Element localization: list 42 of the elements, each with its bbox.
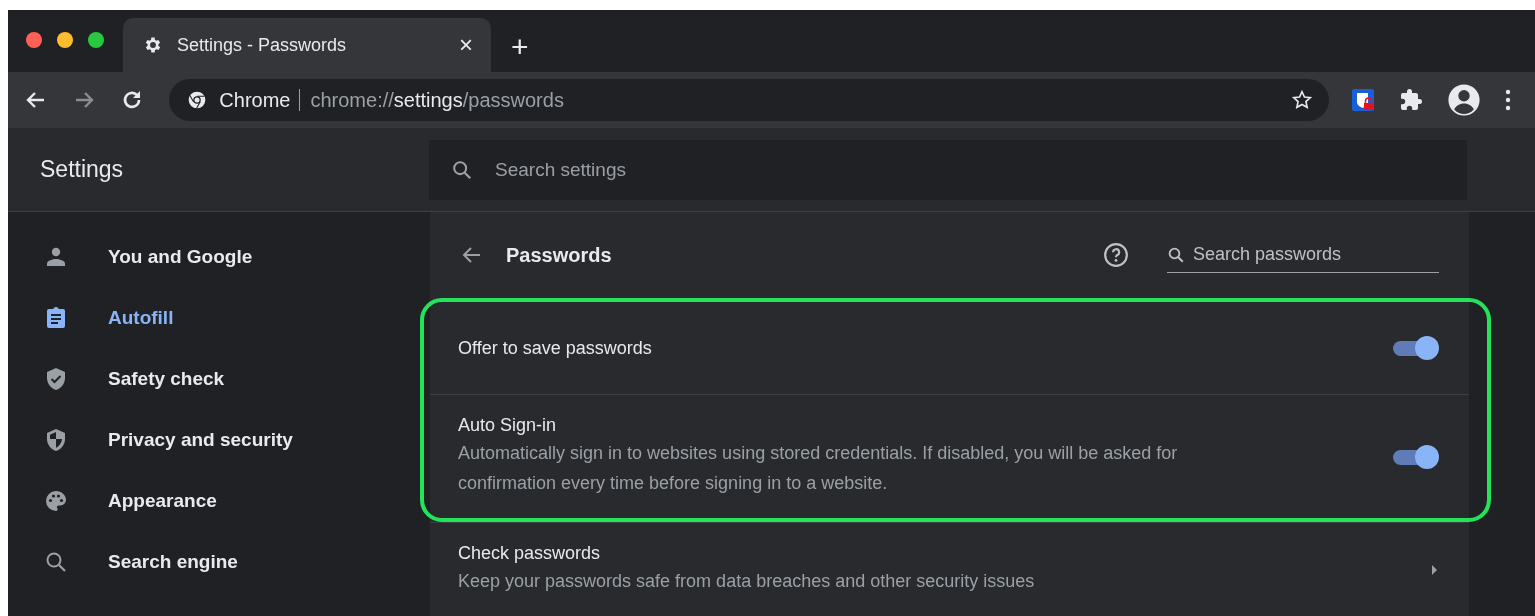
gear-icon xyxy=(143,35,163,55)
tab-title: Settings - Passwords xyxy=(177,34,348,56)
new-tab-button[interactable]: + xyxy=(491,32,529,72)
window-control-icon[interactable] xyxy=(57,32,73,48)
site-label: Chrome xyxy=(219,89,301,111)
settings-title: Settings xyxy=(39,156,125,183)
search-settings-field[interactable]: Search settings xyxy=(429,139,1467,200)
setting-description: Keep your passwords safe from data breaches and other security issues xyxy=(458,570,1036,593)
sidebar-item[interactable]: Appearance xyxy=(8,470,408,531)
palette-icon xyxy=(44,488,68,513)
chevron-right-icon[interactable] xyxy=(1429,562,1439,577)
shield-check-icon xyxy=(44,366,68,391)
browser-tab[interactable]: Settings - Passwords × xyxy=(123,18,491,72)
window-control-icon[interactable] xyxy=(88,32,104,48)
setting-title: Offer to save passwords xyxy=(458,337,653,359)
sidebar-item[interactable]: You and Google xyxy=(8,226,408,287)
toggle-switch[interactable] xyxy=(1391,336,1439,360)
account-icon[interactable] xyxy=(1447,83,1481,117)
toggle-switch[interactable] xyxy=(1391,444,1439,469)
search-passwords-field[interactable]: Search passwords xyxy=(1167,237,1439,273)
setting-description: Automatically sign in to websites using stored credentials. If disabled, you will be asked for confirmation every time before signing in to a website. xyxy=(458,442,1179,495)
shield-half-icon xyxy=(44,427,68,452)
setting-title: Auto Sign-in xyxy=(458,415,558,436)
star-icon[interactable] xyxy=(1291,89,1313,111)
help-icon[interactable] xyxy=(1103,242,1129,268)
sidebar-item[interactable]: Safety check xyxy=(8,348,408,409)
window-control-icon[interactable] xyxy=(26,32,42,48)
sidebar-item[interactable]: Privacy and security xyxy=(8,409,408,470)
url-text: chrome://settings/passwords xyxy=(310,88,565,112)
sidebar-item[interactable]: Search engine xyxy=(8,531,408,592)
puzzle-icon[interactable] xyxy=(1399,88,1423,112)
menu-icon[interactable] xyxy=(1505,88,1511,112)
tab-close-button[interactable]: × xyxy=(459,31,473,59)
setting-title: Check passwords xyxy=(458,543,602,564)
address-bar[interactable]: Chrome chrome://settings/passwords xyxy=(169,79,1329,121)
search-icon xyxy=(1167,246,1185,264)
page-title: Passwords xyxy=(506,243,613,267)
clipboard-icon xyxy=(44,305,68,330)
search-icon xyxy=(451,158,473,181)
sidebar-item[interactable]: Autofill xyxy=(8,287,408,348)
chrome-logo-icon xyxy=(187,90,208,110)
shield-lock-icon[interactable] xyxy=(1351,88,1375,112)
